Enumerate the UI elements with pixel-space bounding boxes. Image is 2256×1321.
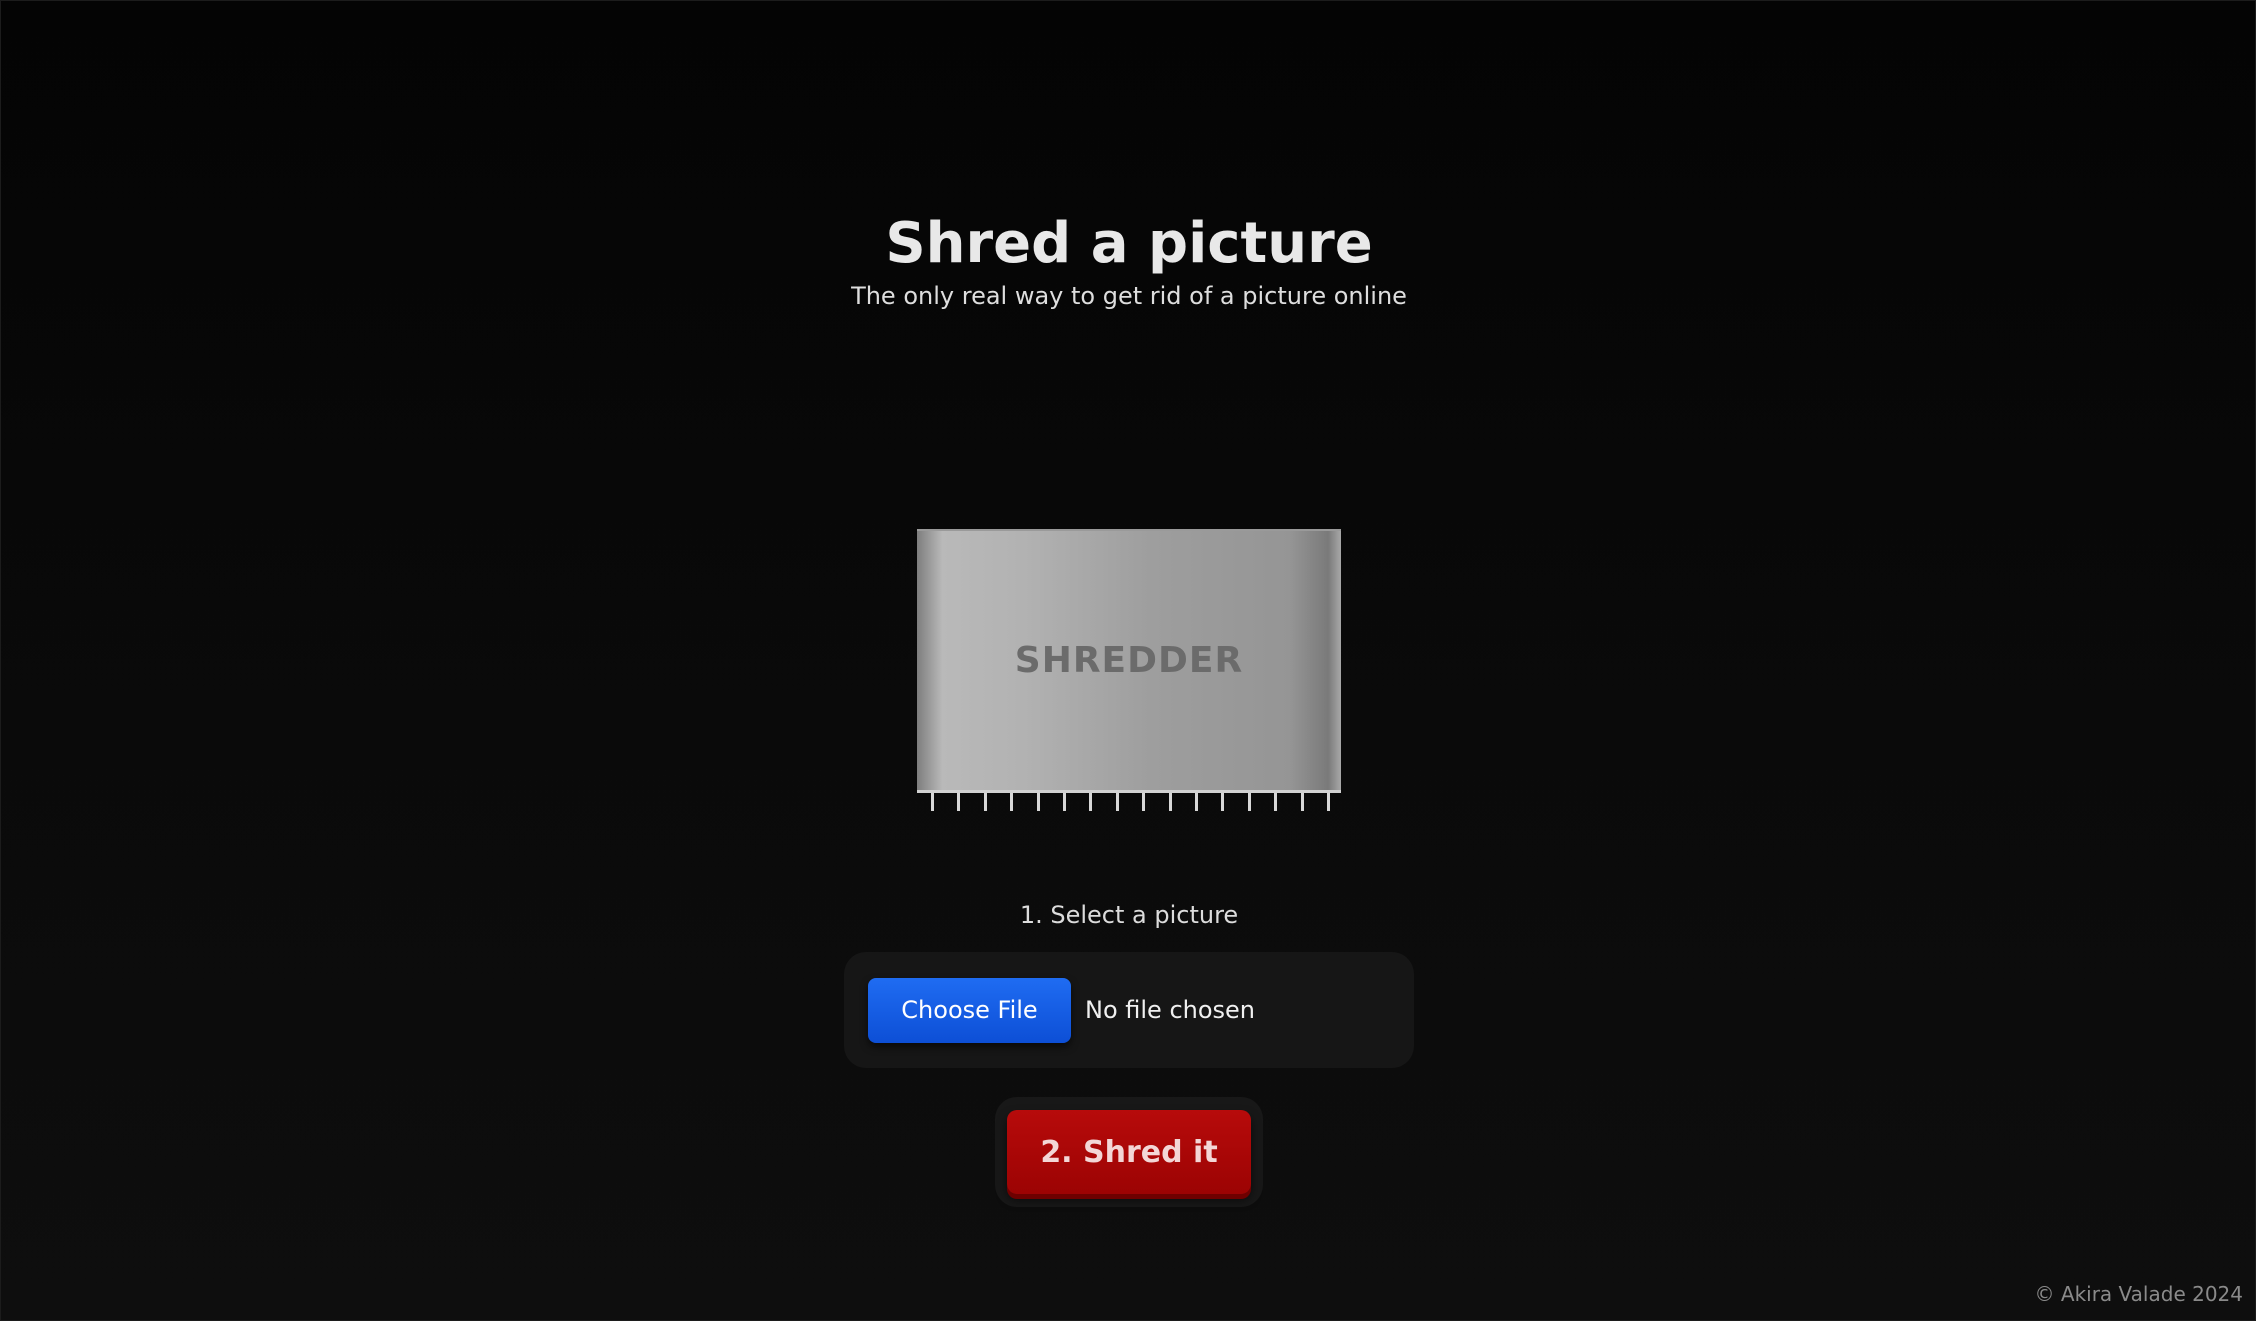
shredder-tooth [1247, 793, 1251, 811]
shredder-tooth [1063, 793, 1066, 811]
file-input-panel: Choose File No file chosen [844, 952, 1414, 1068]
shredder-tooth [1115, 793, 1119, 811]
shredder-tooth [931, 793, 934, 811]
shredder-tooth [1036, 793, 1040, 811]
shredder-tooth [1195, 793, 1198, 811]
shredder-tooth [983, 793, 987, 811]
copyright-footer: © Akira Valade 2024 [2034, 1282, 2243, 1306]
page-subtitle: The only real way to get rid of a pictur… [851, 282, 1407, 310]
shred-button-container: 2. Shred it [995, 1097, 1263, 1207]
shredder-tooth [1300, 793, 1304, 811]
shredder-tooth [1327, 793, 1330, 811]
shredder-label: SHREDDER [1014, 640, 1244, 681]
shredder-tooth [1168, 793, 1172, 811]
shredder-teeth [917, 793, 1341, 813]
shredder-tooth [1274, 793, 1278, 811]
page-title: Shred a picture [885, 211, 1373, 276]
page-header: Shred a picture The only real way to get… [1, 209, 2256, 313]
file-status-text: No file chosen [1085, 996, 1256, 1024]
shredder-illustration: SHREDDER [917, 529, 1341, 793]
select-step-label: 1. Select a picture [1019, 901, 1239, 929]
shredder-tooth [1089, 793, 1093, 811]
shredder-tooth [1142, 793, 1146, 811]
shredder-tooth [1010, 793, 1014, 811]
choose-file-button[interactable]: Choose File [868, 977, 1071, 1043]
shredder-tooth [1221, 793, 1225, 811]
shred-button[interactable]: 2. Shred it [1007, 1110, 1251, 1194]
shredder-tooth [957, 793, 961, 811]
